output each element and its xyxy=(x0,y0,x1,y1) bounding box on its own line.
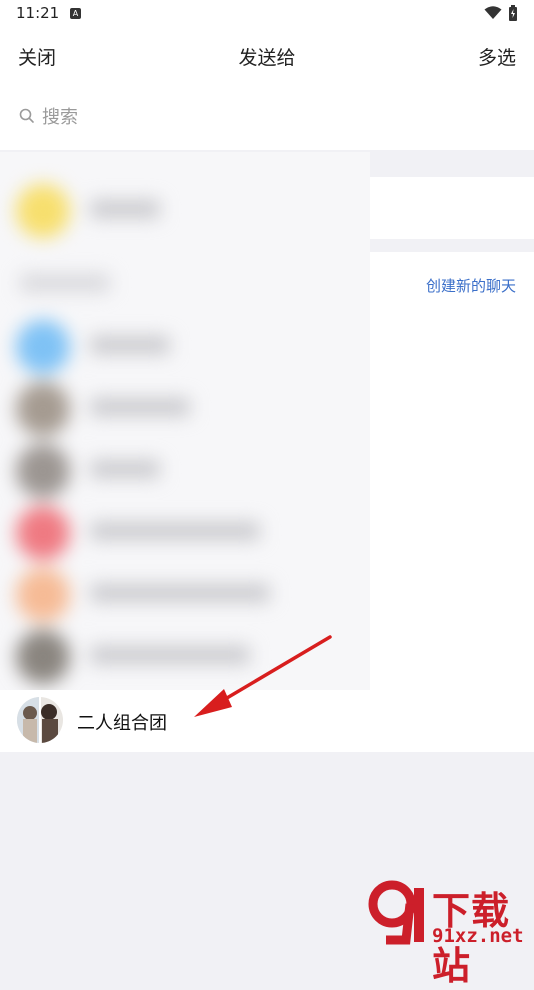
contact-name: 二人组合团 xyxy=(77,713,167,734)
avatar xyxy=(16,184,70,238)
blurred-text xyxy=(90,336,170,354)
blurred-row xyxy=(10,440,350,498)
wifi-icon xyxy=(484,6,502,19)
blurred-text xyxy=(90,522,260,540)
blurred-row xyxy=(10,316,350,374)
create-new-chat-link[interactable]: 创建新的聊天 xyxy=(426,275,516,296)
status-icons xyxy=(484,5,518,21)
search-icon xyxy=(19,108,34,123)
avatar xyxy=(16,630,70,684)
notification-a-icon: A xyxy=(70,8,81,19)
status-time: 11:21 xyxy=(16,4,60,22)
watermark-url: 91xz.net xyxy=(432,925,524,947)
avatar-image xyxy=(17,697,63,743)
avatar xyxy=(16,506,70,560)
search-input[interactable] xyxy=(42,104,342,130)
blurred-row xyxy=(10,378,350,436)
status-bar: 11:21 A xyxy=(0,0,534,28)
search-bar[interactable] xyxy=(0,84,534,150)
blurred-text xyxy=(90,584,270,602)
avatar xyxy=(16,568,70,622)
blurred-row xyxy=(10,502,350,560)
avatar xyxy=(16,320,70,374)
blurred-row xyxy=(10,180,350,238)
blurred-text xyxy=(90,460,160,478)
blurred-content xyxy=(0,152,370,690)
blurred-text xyxy=(20,274,110,292)
multi-select-button[interactable]: 多选 xyxy=(478,43,516,70)
blurred-row xyxy=(10,254,350,312)
header: 关闭 发送给 多选 xyxy=(0,28,534,84)
blurred-text xyxy=(90,200,160,218)
avatar xyxy=(16,444,70,498)
avatar xyxy=(17,697,63,743)
page-title: 发送给 xyxy=(238,47,296,69)
annotation-arrow-icon xyxy=(194,635,332,717)
watermark-logo-icon xyxy=(368,880,424,945)
blurred-text xyxy=(90,398,190,416)
battery-icon xyxy=(509,5,517,21)
avatar xyxy=(16,382,70,436)
blurred-chat-list xyxy=(0,152,370,690)
blurred-row xyxy=(10,564,350,622)
